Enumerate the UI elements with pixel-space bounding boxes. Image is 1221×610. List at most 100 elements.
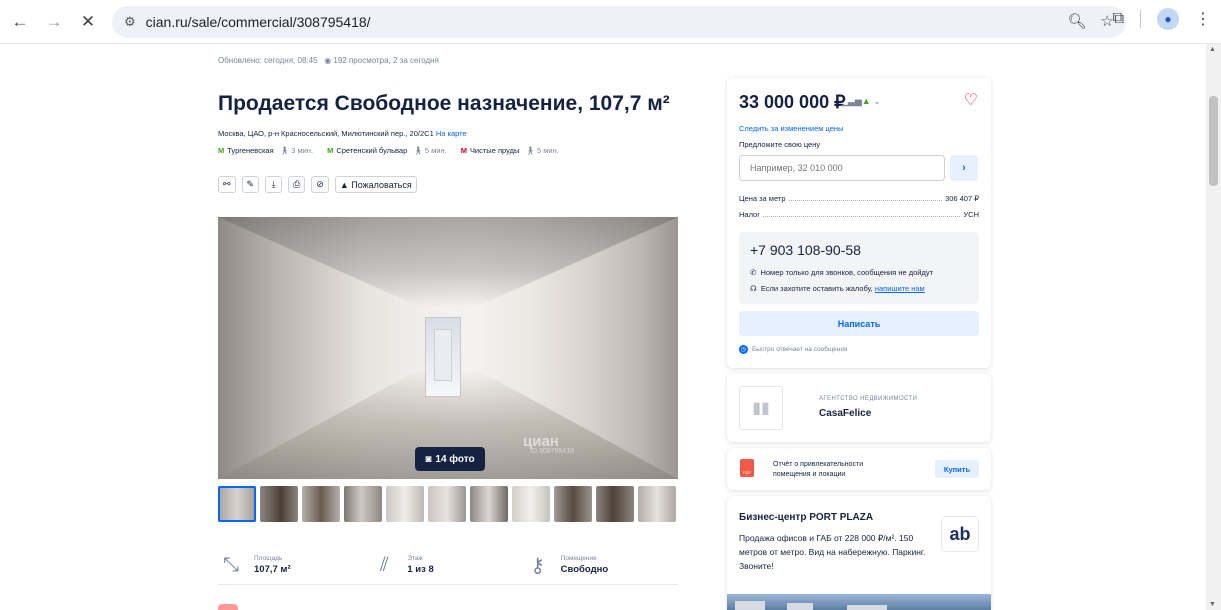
page-title: Продается Свободное назначение, 107,7 м² xyxy=(218,92,670,115)
photo-thumbnail[interactable] xyxy=(596,486,634,522)
hide-button[interactable]: ⊘ xyxy=(311,176,329,193)
photo-thumbnail[interactable] xyxy=(218,486,256,522)
section-icon xyxy=(218,604,238,610)
eye-off-icon: ⊘ xyxy=(316,179,324,189)
download-button[interactable]: ⤓ xyxy=(265,176,283,193)
main-photo[interactable]: циан ID 308795418 xyxy=(218,217,678,479)
ad-logo: ab xyxy=(941,516,979,552)
section-divider xyxy=(218,584,678,585)
scrollbar-thumb[interactable] xyxy=(1209,96,1218,186)
back-button[interactable]: ← xyxy=(6,8,34,36)
updated-text: Обновлено: сегодня, 08:45 xyxy=(218,56,318,65)
share-button[interactable]: ⚯ xyxy=(218,176,236,193)
feature-premises: ⚷ Помещение Свободно xyxy=(525,547,678,583)
toolbar-separator xyxy=(1140,10,1141,28)
site-info-icon[interactable]: ⚙ xyxy=(124,14,136,30)
metro-item[interactable]: M Чистые пруды 🚶︎ 5 мин. xyxy=(461,146,559,155)
photo-thumbnail[interactable] xyxy=(638,486,676,522)
stop-loading-button[interactable]: ✕ xyxy=(74,8,102,36)
metro-item[interactable]: M Сретенский бульвар 🚶︎ 5 мин. xyxy=(327,146,447,155)
address-bar[interactable]: ⚙ cian.ru/sale/commercial/308795418/ 🔍︎ … xyxy=(112,6,1126,38)
favorite-heart-icon[interactable]: ♡ xyxy=(964,90,978,110)
follow-price-link[interactable]: Следить за изменением цены xyxy=(739,124,843,133)
offer-submit-button[interactable]: › xyxy=(950,155,978,181)
phone-icon: ✆ xyxy=(750,268,757,277)
phone-note: ✆ Номер только для звонков, сообщения не… xyxy=(750,268,934,277)
write-message-button[interactable]: Написать xyxy=(739,311,979,336)
complain-button[interactable]: ▲ Пожаловаться xyxy=(334,176,417,193)
photo-thumbnail[interactable] xyxy=(512,486,550,522)
note-button[interactable]: ✎ xyxy=(241,176,260,193)
scroll-down-arrow-icon[interactable]: ▼ xyxy=(1209,601,1216,608)
address: Москва, ЦАО, р-н Красносельский, Милютин… xyxy=(218,129,467,138)
extensions-icon[interactable]: ⧉ xyxy=(1113,10,1124,28)
listing-actions: ⚯ ✎ ⤓ ⎙ ⊘ ▲ Пожаловаться xyxy=(218,176,417,193)
offer-price-input[interactable] xyxy=(739,155,945,181)
updated-info: Обновлено: сегодня, 08:45 ◉ 192 просмотр… xyxy=(218,56,439,65)
metro-icon: M xyxy=(327,146,334,155)
zoom-icon[interactable]: 🔍︎ xyxy=(1068,12,1087,30)
ad-text: Продажа офисов и ГАБ от 228 000 ₽/м². 15… xyxy=(739,533,926,571)
print-icon: ⎙ xyxy=(293,179,301,189)
forward-button[interactable]: → xyxy=(40,8,68,36)
price-per-meter-row: Цена за метр 306 407 ₽ xyxy=(739,194,979,203)
menu-kebab-icon[interactable]: ⋮ xyxy=(1195,9,1211,29)
watermark-id: ID 308795418 xyxy=(530,448,574,455)
metro-icon: M xyxy=(460,146,467,155)
phone-box: +7 903 108-90-58 ✆ Номер только для звон… xyxy=(739,232,979,304)
url-text[interactable]: cian.ru/sale/commercial/308795418/ xyxy=(146,14,371,30)
views-text: 192 просмотра, 2 за сегодня xyxy=(333,56,439,65)
report-card: PDF Отчёт о привлекательности помещения и… xyxy=(727,448,991,490)
browser-toolbar: ← → ✕ ⚙ cian.ru/sale/commercial/30879541… xyxy=(0,0,1221,44)
agency-name[interactable]: CasaFelice xyxy=(819,408,871,419)
price: 33 000 000 ₽ xyxy=(739,92,846,112)
address-text: Москва, ЦАО, р-н Красносельский, Милютин… xyxy=(218,129,434,138)
price-card: 33 000 000 ₽ ▁▃▅▲ ⌄ ♡ Следить за изменен… xyxy=(727,78,991,368)
buy-report-button[interactable]: Купить xyxy=(935,460,979,478)
camera-icon: ◙ xyxy=(425,453,432,465)
photo-thumbnails xyxy=(218,486,676,522)
agency-tag: АГЕНТСТВО НЕДВИЖИМОСТИ xyxy=(819,396,918,402)
feature-floor: ⫽ Этаж 1 из 8 xyxy=(371,547,524,583)
price-history-icon[interactable]: ▁▃▅▲ ⌄ xyxy=(841,96,881,107)
scroll-up-arrow-icon[interactable]: ▲ xyxy=(1209,46,1216,53)
photo-thumbnail[interactable] xyxy=(302,486,340,522)
phone-number[interactable]: +7 903 108-90-58 xyxy=(750,242,861,258)
stairs-icon: ⫽ xyxy=(379,553,389,576)
complaint-note: ☊ Если захотите оставить жалобу, напишит… xyxy=(750,284,925,293)
clock-icon: ◷ xyxy=(739,345,748,354)
metro-item[interactable]: M Тургеневская 🚶︎ 3 мин. xyxy=(218,146,313,155)
ad-title[interactable]: Бизнес-центр PORT PLAZA xyxy=(739,512,873,523)
fast-reply-badge: ◷ Быстро отвечает на сообщения xyxy=(739,345,848,354)
metro-icon: M xyxy=(218,146,225,155)
photo-thumbnail[interactable] xyxy=(344,486,382,522)
key-icon: ⚷ xyxy=(530,554,545,577)
photo-count-button[interactable]: ◙ 14 фото xyxy=(415,447,485,471)
chevron-right-icon: › xyxy=(962,162,966,174)
tax-row: Налог УСН xyxy=(739,210,979,219)
agency-card[interactable]: ▮▮ АГЕНТСТВО НЕДВИЖИМОСТИ CasaFelice xyxy=(727,374,991,442)
download-icon: ⤓ xyxy=(271,179,276,189)
metro-list: M Тургеневская 🚶︎ 3 мин. M Сретенский бульв… xyxy=(218,146,559,155)
photo-thumbnail[interactable] xyxy=(386,486,424,522)
photo-thumbnail[interactable] xyxy=(470,486,508,522)
write-us-link[interactable]: напишите нам xyxy=(875,284,925,293)
print-button[interactable]: ⎙ xyxy=(288,176,306,193)
pdf-icon: PDF xyxy=(740,459,754,477)
agency-logo-icon: ▮▮ xyxy=(739,386,783,430)
ad-photo[interactable] xyxy=(727,594,991,610)
page-scrollbar[interactable]: ▲ ▼ xyxy=(1206,44,1221,610)
report-text: Отчёт о привлекательности помещения и лок… xyxy=(773,461,864,478)
warning-icon: ▲ xyxy=(339,179,349,190)
photo-thumbnail[interactable] xyxy=(428,486,466,522)
map-link[interactable]: На карте xyxy=(436,129,467,138)
photo-thumbnail[interactable] xyxy=(260,486,298,522)
pencil-icon: ✎ xyxy=(246,179,255,189)
area-icon: ⤡ xyxy=(223,553,239,576)
share-icon: ⚯ xyxy=(223,179,231,189)
profile-avatar-icon[interactable]: ● xyxy=(1157,8,1179,30)
ad-card[interactable]: Бизнес-центр PORT PLAZA Продажа офисов и… xyxy=(727,496,991,610)
key-features: ⤡ Площадь 107,7 м² ⫽ Этаж 1 из 8 ⚷ Помещен… xyxy=(218,547,678,583)
offer-label: Предложите свою цену xyxy=(739,140,821,149)
photo-thumbnail[interactable] xyxy=(554,486,592,522)
